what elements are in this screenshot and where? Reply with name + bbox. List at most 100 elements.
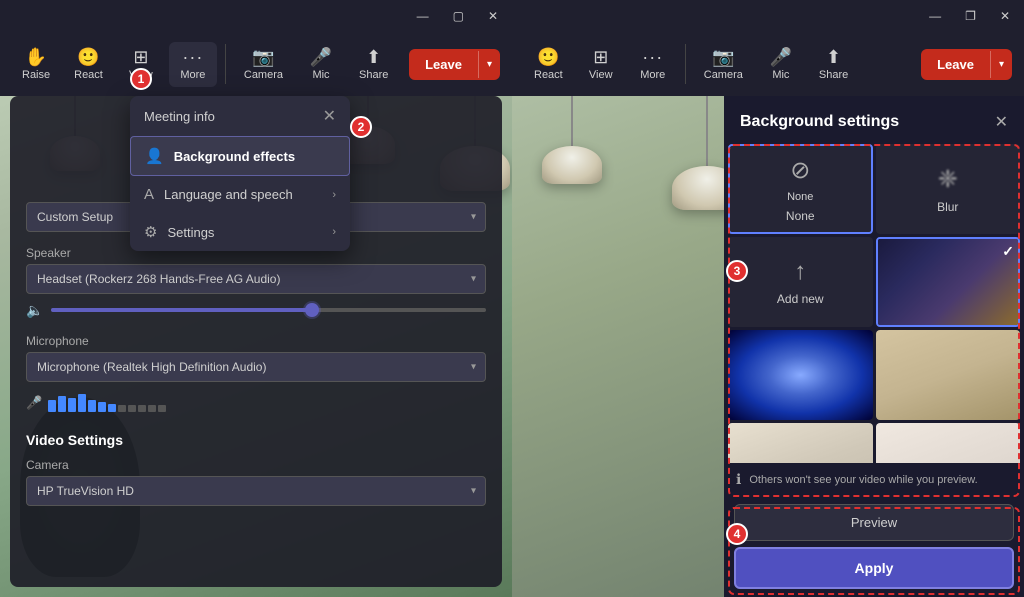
- step-badge-2: 2: [350, 116, 372, 138]
- bg-cell-tunnel[interactable]: [728, 330, 873, 420]
- bg-info-text: Others won't see your video while you pr…: [749, 474, 977, 486]
- share-icon: ⬆: [366, 48, 381, 66]
- toolbar-left: ✋ Raise 🙂 React ⊞ View ··· More 📷 Camera…: [0, 32, 512, 96]
- menu-item-left: 👤 Background effects: [145, 147, 295, 165]
- volume-slider[interactable]: [51, 308, 486, 312]
- bg-cell-blur[interactable]: ❈ Blur: [876, 144, 1021, 234]
- settings-icon: ⚙: [144, 223, 157, 241]
- title-bar-left: — ▢ ✕: [0, 0, 512, 32]
- menu-background-effects[interactable]: 👤 Background effects: [130, 136, 350, 176]
- right-share-icon: ⬆: [826, 48, 841, 66]
- leave-chevron-icon[interactable]: ▾: [478, 51, 500, 78]
- menu-item-left-2: A Language and speech: [144, 186, 293, 203]
- volume-icon: 🔈: [26, 302, 43, 319]
- right-more-button[interactable]: ··· More: [629, 42, 677, 87]
- mic-select-wrapper: Microphone (Realtek High Definition Audi…: [26, 352, 486, 382]
- bg-close-button[interactable]: ✕: [995, 112, 1008, 132]
- space-bg-image: [878, 239, 1019, 325]
- right-view-label: View: [589, 69, 613, 81]
- right-share-button[interactable]: ⬆ Share: [809, 42, 858, 87]
- bg-cell-kitchen[interactable]: [876, 423, 1021, 463]
- video-settings-group: Video Settings Camera HP TrueVision HD ▾: [26, 432, 486, 506]
- menu-settings[interactable]: ⚙ Settings ›: [130, 213, 350, 251]
- bg-settings-header: Background settings ✕: [724, 96, 1024, 144]
- right-more-label: More: [640, 69, 665, 81]
- right-react-label: React: [534, 69, 563, 81]
- right-view-button[interactable]: ⊞ View: [577, 42, 625, 87]
- title-bar-right: — ❐ ✕: [512, 0, 1024, 32]
- bg-cell-none[interactable]: ⊘ None None: [728, 144, 873, 234]
- bg-cell-add-new[interactable]: ↑ Add new: [728, 237, 873, 327]
- toolbar-right: 🙂 React ⊞ View ··· More 📷 Camera 🎤 Mic ⬆…: [512, 32, 1024, 96]
- bg-cell-office[interactable]: [728, 423, 873, 463]
- step-badge-4: 4: [726, 523, 748, 545]
- mic-icon: 🎤: [310, 48, 332, 66]
- more-icon: ···: [182, 48, 203, 66]
- bg-actions: Preview Apply: [724, 496, 1024, 597]
- right-leave-chevron-icon[interactable]: ▾: [990, 51, 1012, 78]
- right-react-button[interactable]: 🙂 React: [524, 42, 573, 87]
- raise-label: Raise: [22, 69, 50, 81]
- right-react-icon: 🙂: [537, 48, 559, 66]
- more-button[interactable]: ··· More: [169, 42, 217, 87]
- menu-header: Meeting info ✕: [130, 96, 350, 136]
- none-icon: ⊘: [790, 156, 810, 185]
- right-camera-icon: 📷: [712, 48, 734, 66]
- language-speech-label: Language and speech: [164, 187, 293, 202]
- right-mic-button[interactable]: 🎤 Mic: [757, 42, 805, 87]
- mic-select[interactable]: Microphone (Realtek High Definition Audi…: [26, 352, 486, 382]
- maximize-button[interactable]: ▢: [447, 7, 470, 25]
- leave-button[interactable]: Leave ▾: [409, 49, 500, 80]
- speaker-group: Speaker Headset (Rockerz 268 Hands-Free …: [26, 246, 486, 320]
- menu-header-title: Meeting info: [144, 109, 215, 124]
- speaker-select-wrapper: Headset (Rockerz 268 Hands-Free AG Audio…: [26, 264, 486, 294]
- camera-button[interactable]: 📷 Camera: [234, 42, 293, 87]
- right-close-button[interactable]: ✕: [994, 7, 1016, 25]
- react-icon: 🙂: [77, 48, 99, 66]
- menu-close-button[interactable]: ✕: [323, 106, 336, 126]
- react-label: React: [74, 69, 103, 81]
- language-icon: A: [144, 186, 154, 203]
- selected-check-icon: ✓: [1002, 243, 1014, 260]
- share-label: Share: [359, 69, 388, 81]
- mic-level-icon: 🎤: [26, 395, 42, 411]
- close-button[interactable]: ✕: [482, 7, 504, 25]
- add-new-text: Add new: [777, 292, 824, 306]
- camera-select-wrapper: HP TrueVision HD ▾: [26, 476, 486, 506]
- right-mic-label: Mic: [772, 69, 789, 81]
- preview-button[interactable]: Preview: [734, 504, 1014, 541]
- camera-label: Camera: [244, 69, 283, 81]
- room-bg-image: [876, 330, 1021, 420]
- right-panel: — ❐ ✕ 🙂 React ⊞ View ··· More 📷 Camera 🎤…: [512, 0, 1024, 597]
- raise-button[interactable]: ✋ Raise: [12, 42, 60, 87]
- mic-label: Mic: [312, 69, 329, 81]
- right-camera-label: Camera: [704, 69, 743, 81]
- more-label: More: [180, 69, 205, 81]
- video-settings-title: Video Settings: [26, 432, 486, 448]
- raise-icon: ✋: [25, 48, 47, 66]
- menu-language-speech[interactable]: A Language and speech ›: [130, 176, 350, 213]
- right-maximize-button[interactable]: ❐: [959, 7, 982, 25]
- mic-button[interactable]: 🎤 Mic: [297, 42, 345, 87]
- speaker-select[interactable]: Headset (Rockerz 268 Hands-Free AG Audio…: [26, 264, 486, 294]
- camera-icon: 📷: [252, 48, 274, 66]
- mic-level-bars: [48, 394, 166, 412]
- bg-settings-title: Background settings: [740, 113, 899, 131]
- camera-label: Camera: [26, 458, 486, 472]
- camera-select[interactable]: HP TrueVision HD: [26, 476, 486, 506]
- background-grid: ⊘ None None ❈ Blur ↑ Add new ✓: [724, 144, 1024, 463]
- window-controls: — ▢ ✕: [411, 7, 504, 25]
- right-leave-button[interactable]: Leave ▾: [921, 49, 1012, 80]
- bg-cell-space[interactable]: ✓: [876, 237, 1021, 327]
- right-minimize-button[interactable]: —: [923, 7, 947, 25]
- right-view-icon: ⊞: [593, 48, 608, 66]
- kitchen-bg-image: [876, 423, 1021, 463]
- right-camera-button[interactable]: 📷 Camera: [694, 42, 753, 87]
- mic-label: Microphone: [26, 334, 486, 348]
- react-button[interactable]: 🙂 React: [64, 42, 113, 87]
- share-button[interactable]: ⬆ Share: [349, 42, 398, 87]
- apply-button[interactable]: Apply: [734, 547, 1014, 589]
- office-bg-image: [728, 423, 873, 463]
- minimize-button[interactable]: —: [411, 7, 435, 25]
- bg-cell-room[interactable]: [876, 330, 1021, 420]
